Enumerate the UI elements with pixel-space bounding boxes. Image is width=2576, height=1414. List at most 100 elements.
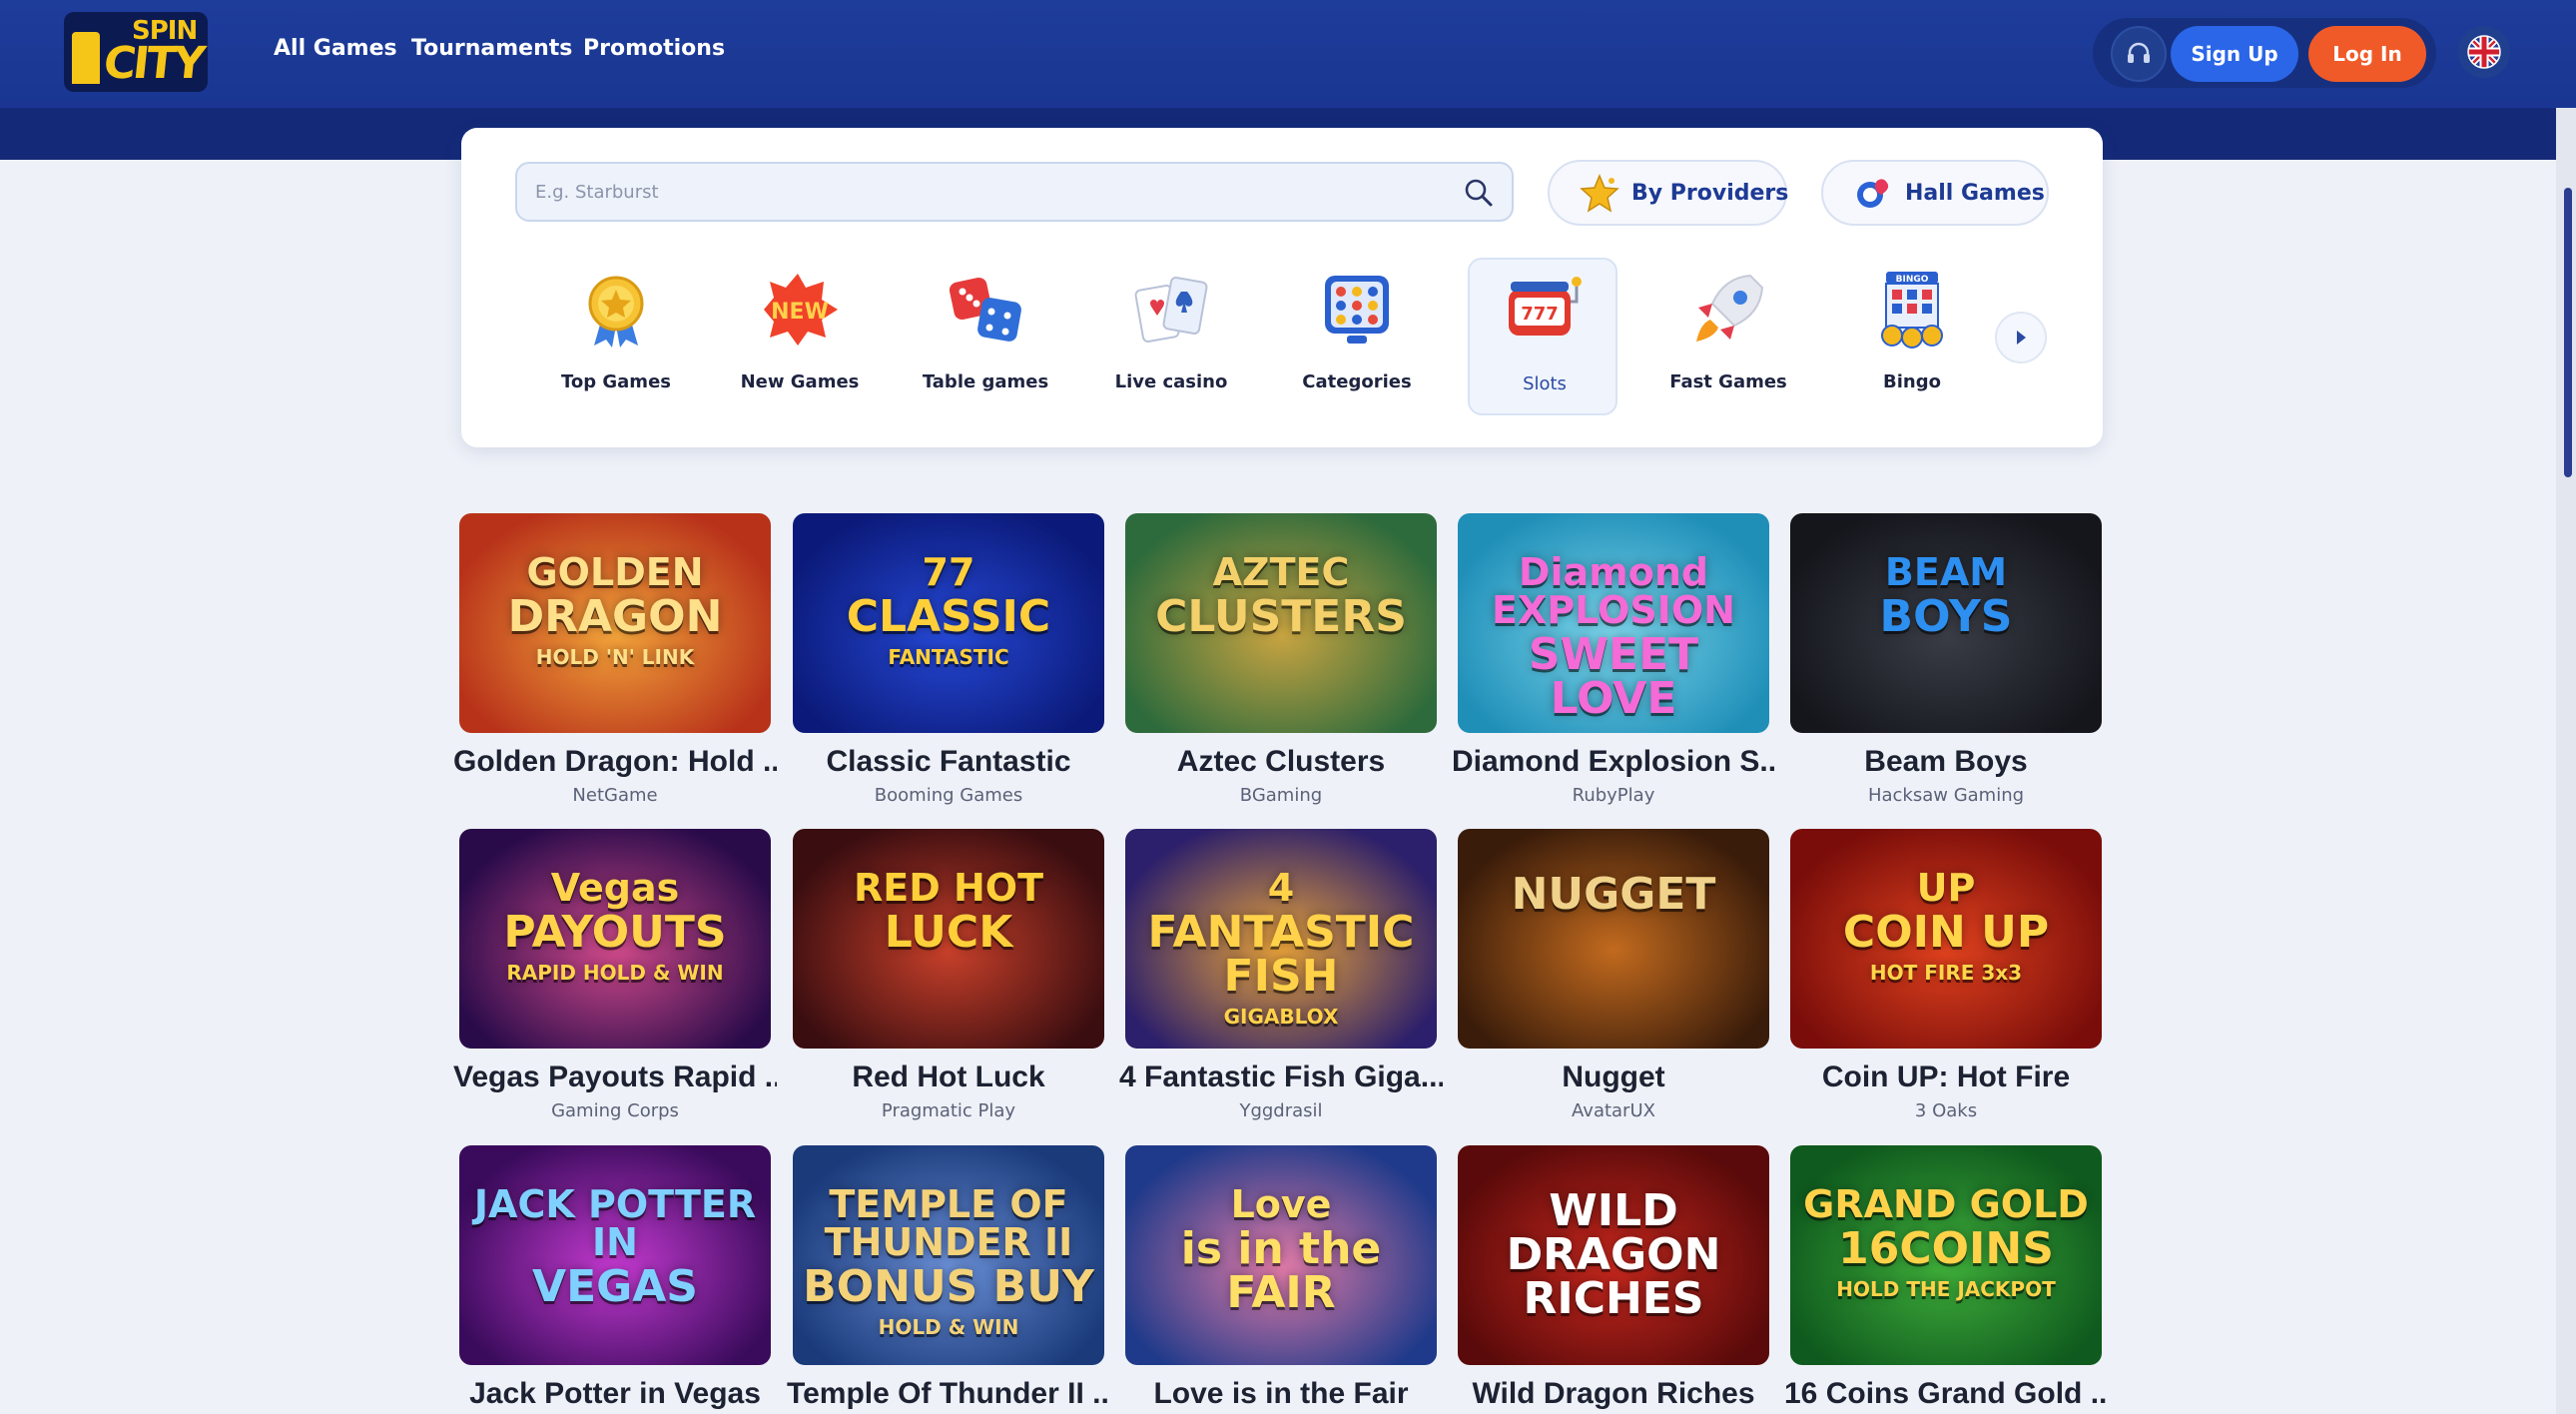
game-thumbnail[interactable]: Love is in the FAIR bbox=[1125, 1145, 1437, 1365]
game-art-line: TEMPLE OF THUNDER II bbox=[824, 1182, 1073, 1264]
uk-flag-icon bbox=[2467, 35, 2501, 69]
spin-city-logo[interactable]: SPIN CITY bbox=[64, 10, 208, 92]
category-live-casino[interactable]: Live casino bbox=[1096, 258, 1246, 415]
game-provider: Booming Games bbox=[874, 785, 1023, 806]
game-art: TEMPLE OF THUNDER II BONUS BUY HOLD & WIN bbox=[793, 1185, 1104, 1337]
support-button[interactable] bbox=[2111, 26, 2167, 82]
game-thumbnail[interactable]: GOLDEN DRAGON HOLD 'N' LINK bbox=[459, 513, 771, 733]
game-title[interactable]: Aztec Clusters bbox=[1119, 745, 1443, 779]
game-art: NUGGET bbox=[1458, 869, 1769, 925]
game-thumbnail[interactable]: RED HOT LUCK bbox=[793, 829, 1104, 1049]
search-box bbox=[515, 162, 1514, 222]
by-providers-button[interactable]: By Providers bbox=[1548, 160, 1789, 226]
game-art: Diamond EXPLOSION SWEET LOVE bbox=[1458, 553, 1769, 729]
game-thumbnail[interactable]: Vegas PAYOUTS RAPID HOLD & WIN bbox=[459, 829, 771, 1049]
game-thumbnail[interactable]: UP COIN UP HOT FIRE 3x3 bbox=[1790, 829, 2102, 1049]
category-bingo[interactable]: BINGO Bingo bbox=[1837, 258, 1987, 415]
game-art-line: NUGGET bbox=[1511, 869, 1716, 920]
game-provider: Gaming Corps bbox=[551, 1100, 679, 1121]
game-title[interactable]: Golden Dragon: Hold ... bbox=[453, 745, 777, 779]
svg-text:NEW: NEW bbox=[771, 300, 829, 325]
game-title[interactable]: Nugget bbox=[1452, 1060, 1775, 1094]
sign-up-button[interactable]: Sign Up bbox=[2171, 26, 2298, 82]
game-art-line: VEGAS bbox=[532, 1261, 698, 1312]
category-top-games[interactable]: Top Games bbox=[541, 258, 691, 415]
rocket-icon bbox=[1696, 274, 1764, 342]
search-input[interactable] bbox=[535, 164, 1454, 220]
category-new-games[interactable]: NEW New Games bbox=[725, 258, 875, 415]
game-art: RED HOT LUCK bbox=[793, 869, 1104, 963]
game-art: Vegas PAYOUTS RAPID HOLD & WIN bbox=[459, 869, 771, 983]
game-art-line: FANTASTIC FISH bbox=[1147, 907, 1415, 1002]
game-provider: Pragmatic Play bbox=[881, 1100, 1016, 1121]
nav-tournaments[interactable]: Tournaments bbox=[411, 36, 572, 61]
nav-promotions[interactable]: Promotions bbox=[583, 36, 725, 61]
game-thumbnail[interactable]: WILD DRAGON RICHES bbox=[1458, 1145, 1769, 1365]
game-art-line: JACK POTTER IN bbox=[473, 1182, 757, 1264]
game-title[interactable]: Temple Of Thunder II ... bbox=[787, 1377, 1110, 1411]
logo-tower-icon bbox=[72, 32, 100, 84]
category-label: Top Games bbox=[560, 371, 671, 392]
game-art: GRAND GOLD 16COINS HOLD THE JACKPOT bbox=[1790, 1185, 2102, 1299]
game-art-line: LUCK bbox=[884, 907, 1013, 958]
new-badge-icon: NEW bbox=[764, 274, 838, 346]
game-thumbnail[interactable]: BEAM BOYS bbox=[1790, 513, 2102, 733]
game-art: JACK POTTER IN VEGAS bbox=[459, 1185, 771, 1317]
game-title[interactable]: Jack Potter in Vegas bbox=[453, 1377, 777, 1411]
game-thumbnail[interactable]: Diamond EXPLOSION SWEET LOVE bbox=[1458, 513, 1769, 733]
game-title[interactable]: Love is in the Fair bbox=[1119, 1377, 1443, 1411]
game-title[interactable]: 16 Coins Grand Gold ... bbox=[1784, 1377, 2108, 1411]
game-art-line: BEAM bbox=[1884, 550, 2008, 594]
game-title[interactable]: Wild Dragon Riches bbox=[1452, 1377, 1775, 1411]
game-art-line: COIN UP bbox=[1842, 907, 2050, 958]
game-thumbnail[interactable]: NUGGET bbox=[1458, 829, 1769, 1049]
game-art-line: UP bbox=[1916, 866, 1976, 910]
game-title[interactable]: 4 Fantastic Fish Giga... bbox=[1119, 1060, 1443, 1094]
game-title[interactable]: Classic Fantastic bbox=[787, 745, 1110, 779]
game-art: AZTEC CLUSTERS bbox=[1125, 553, 1437, 647]
dice-icon bbox=[949, 277, 1021, 342]
game-art-line: RAPID HOLD & WIN bbox=[506, 961, 724, 985]
bingo-icon: BINGO bbox=[1881, 272, 1943, 349]
game-art-line: HOT FIRE 3x3 bbox=[1869, 961, 2023, 985]
game-thumbnail[interactable]: AZTEC CLUSTERS bbox=[1125, 513, 1437, 733]
game-art-line: is in the FAIR bbox=[1180, 1223, 1382, 1318]
hall-games-button[interactable]: Hall Games bbox=[1821, 160, 2049, 226]
game-art-line: Diamond EXPLOSION bbox=[1492, 550, 1735, 632]
category-slots[interactable]: 777 Slots bbox=[1468, 258, 1617, 415]
category-fast-games[interactable]: Fast Games bbox=[1653, 258, 1803, 415]
game-art: GOLDEN DRAGON HOLD 'N' LINK bbox=[459, 553, 771, 667]
game-thumbnail[interactable]: GRAND GOLD 16COINS HOLD THE JACKPOT bbox=[1790, 1145, 2102, 1365]
game-art-line: RED HOT bbox=[853, 866, 1044, 910]
game-art-line: CLUSTERS bbox=[1155, 591, 1407, 642]
category-table-games[interactable]: Table games bbox=[911, 258, 1060, 415]
category-label: New Games bbox=[740, 371, 860, 392]
game-provider: BGaming bbox=[1239, 785, 1323, 806]
category-categories[interactable]: Categories bbox=[1282, 258, 1432, 415]
language-selector[interactable] bbox=[2458, 26, 2510, 78]
game-art-line: HOLD & WIN bbox=[878, 1315, 1019, 1339]
game-art-line: GRAND GOLD bbox=[1803, 1182, 2089, 1226]
game-thumbnail[interactable]: JACK POTTER IN VEGAS bbox=[459, 1145, 771, 1365]
game-provider: NetGame bbox=[572, 785, 658, 806]
game-art-line: BOYS bbox=[1879, 591, 2013, 642]
game-title[interactable]: Beam Boys bbox=[1784, 745, 2108, 779]
log-in-button[interactable]: Log In bbox=[2308, 26, 2426, 82]
game-title[interactable]: Diamond Explosion S... bbox=[1452, 745, 1775, 779]
game-title[interactable]: Red Hot Luck bbox=[787, 1060, 1110, 1094]
nav-all-games[interactable]: All Games bbox=[274, 36, 397, 61]
category-label: Live casino bbox=[1114, 371, 1228, 392]
game-art-line: Vegas bbox=[550, 866, 680, 910]
by-providers-label: By Providers bbox=[1631, 180, 1789, 206]
search-icon[interactable] bbox=[1462, 176, 1496, 210]
game-title[interactable]: Vegas Payouts Rapid ... bbox=[453, 1060, 777, 1094]
game-thumbnail[interactable]: 77 CLASSIC FANTASTIC bbox=[793, 513, 1104, 733]
game-art-line: 4 bbox=[1267, 866, 1295, 910]
medal-icon bbox=[588, 276, 644, 348]
cards-icon bbox=[1134, 277, 1208, 343]
scrollbar-thumb[interactable] bbox=[2564, 188, 2572, 477]
game-thumbnail[interactable]: 4 FANTASTIC FISH GIGABLOX bbox=[1125, 829, 1437, 1049]
categories-next-button[interactable] bbox=[1995, 312, 2047, 363]
game-thumbnail[interactable]: TEMPLE OF THUNDER II BONUS BUY HOLD & WIN bbox=[793, 1145, 1104, 1365]
game-title[interactable]: Coin UP: Hot Fire bbox=[1784, 1060, 2108, 1094]
